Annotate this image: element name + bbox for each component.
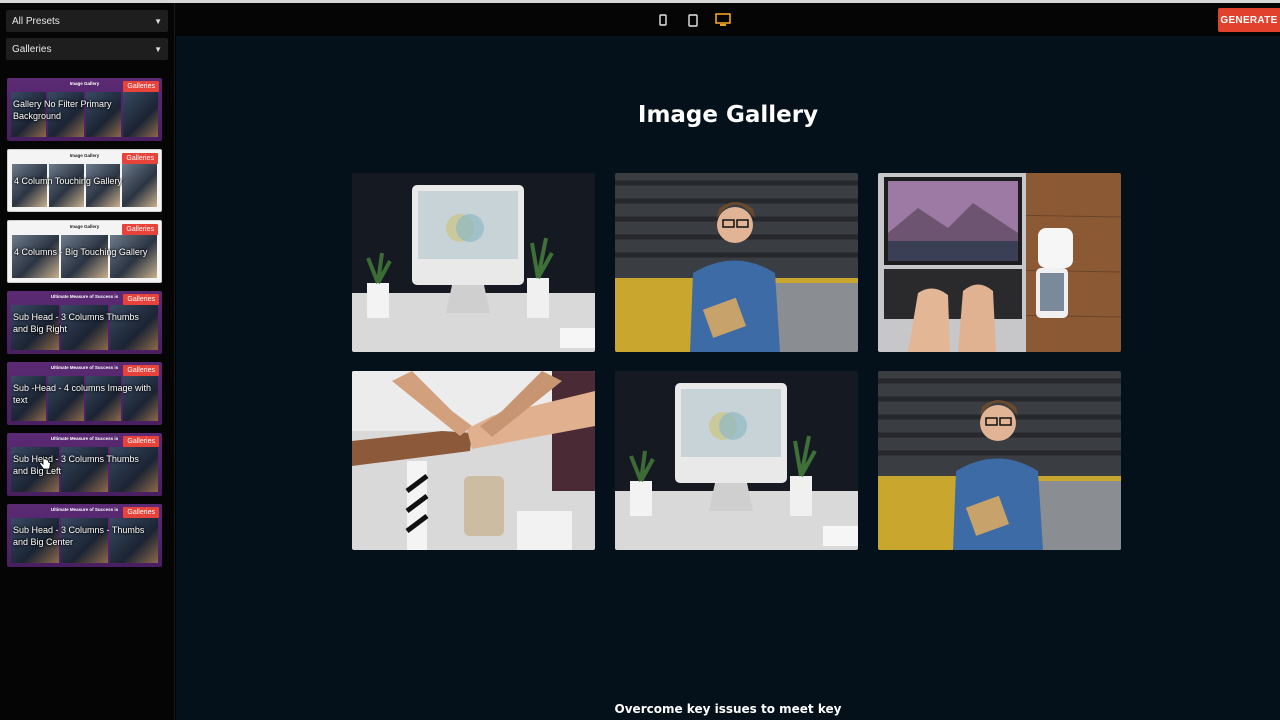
top-toolbar: GENERATE: [0, 0, 1280, 36]
preset-card[interactable]: Ultimate Measure of Success is Galleries…: [7, 433, 162, 496]
man-writing-image: [878, 371, 1121, 550]
category-badge: Galleries: [122, 224, 158, 235]
preset-card[interactable]: Image Gallery Galleries 4 Columns - Big …: [7, 220, 162, 283]
category-value: Galleries: [12, 43, 52, 55]
mobile-icon[interactable]: [654, 9, 672, 31]
chevron-down-icon: ▼: [154, 16, 162, 26]
preset-label: Sub Head - 3 Columns - Thumbs and Big Ce…: [13, 524, 145, 547]
laptop-typing-image: [878, 173, 1121, 352]
category-badge: Galleries: [123, 507, 159, 518]
preset-label: Sub -Head - 4 columns Image with text: [13, 382, 152, 405]
category-badge: Galleries: [122, 153, 158, 164]
gallery-image[interactable]: [878, 173, 1121, 352]
section-subheading: Overcome key issues to meet key: [614, 702, 842, 716]
preset-label: Gallery No Filter Primary Background: [13, 98, 112, 121]
category-badge: Galleries: [123, 294, 159, 305]
gallery-image[interactable]: [615, 173, 858, 352]
preset-filter-select[interactable]: All Presets ▼: [6, 10, 168, 32]
preset-label: 4 Columns - Big Touching Gallery: [14, 246, 148, 257]
preset-card[interactable]: Image Gallery Galleries 4 Column Touchin…: [7, 149, 162, 212]
device-switcher: [654, 9, 732, 31]
preset-card[interactable]: Ultimate Measure of Success is Galleries…: [7, 291, 162, 354]
preset-filter-value: All Presets: [12, 15, 60, 27]
hand-cursor-icon: [38, 455, 51, 470]
chevron-down-icon: ▼: [154, 44, 162, 54]
preset-card[interactable]: Image Gallery Galleries Gallery No Filte…: [7, 78, 162, 141]
preset-card[interactable]: Ultimate Measure of Success is Galleries…: [7, 504, 162, 567]
fist-bump-image: [352, 371, 595, 550]
preset-label: Sub Head - 3 Columns Thumbs and Big Left: [13, 453, 139, 476]
gallery-image[interactable]: [352, 173, 595, 352]
category-badge: Galleries: [123, 436, 159, 447]
desktop-icon[interactable]: [714, 9, 732, 31]
gallery-image[interactable]: [878, 371, 1121, 550]
preset-list: Image Gallery Galleries Gallery No Filte…: [7, 78, 162, 575]
preset-card[interactable]: Ultimate Measure of Success is Galleries…: [7, 362, 162, 425]
preset-label: 4 Column Touching Gallery: [14, 175, 122, 186]
category-badge: Galleries: [123, 81, 159, 92]
page-title: Image Gallery: [637, 102, 819, 128]
preview-canvas: Image Gallery Overcome key issues to mee…: [176, 36, 1280, 720]
image-gallery-grid: [352, 173, 1122, 550]
category-badge: Galleries: [123, 365, 159, 376]
man-writing-image: [615, 173, 858, 352]
category-select[interactable]: Galleries ▼: [6, 38, 168, 60]
imac-desk-image: [352, 173, 595, 352]
imac-desk-image: [615, 371, 858, 550]
gallery-image[interactable]: [615, 371, 858, 550]
generate-button[interactable]: GENERATE: [1218, 8, 1280, 32]
preset-sidebar: All Presets ▼ Galleries ▼ Image Gallery …: [0, 3, 175, 720]
preset-label: Sub Head - 3 Columns Thumbs and Big Righ…: [13, 311, 139, 334]
tablet-icon[interactable]: [684, 9, 702, 31]
gallery-image[interactable]: [352, 371, 595, 550]
